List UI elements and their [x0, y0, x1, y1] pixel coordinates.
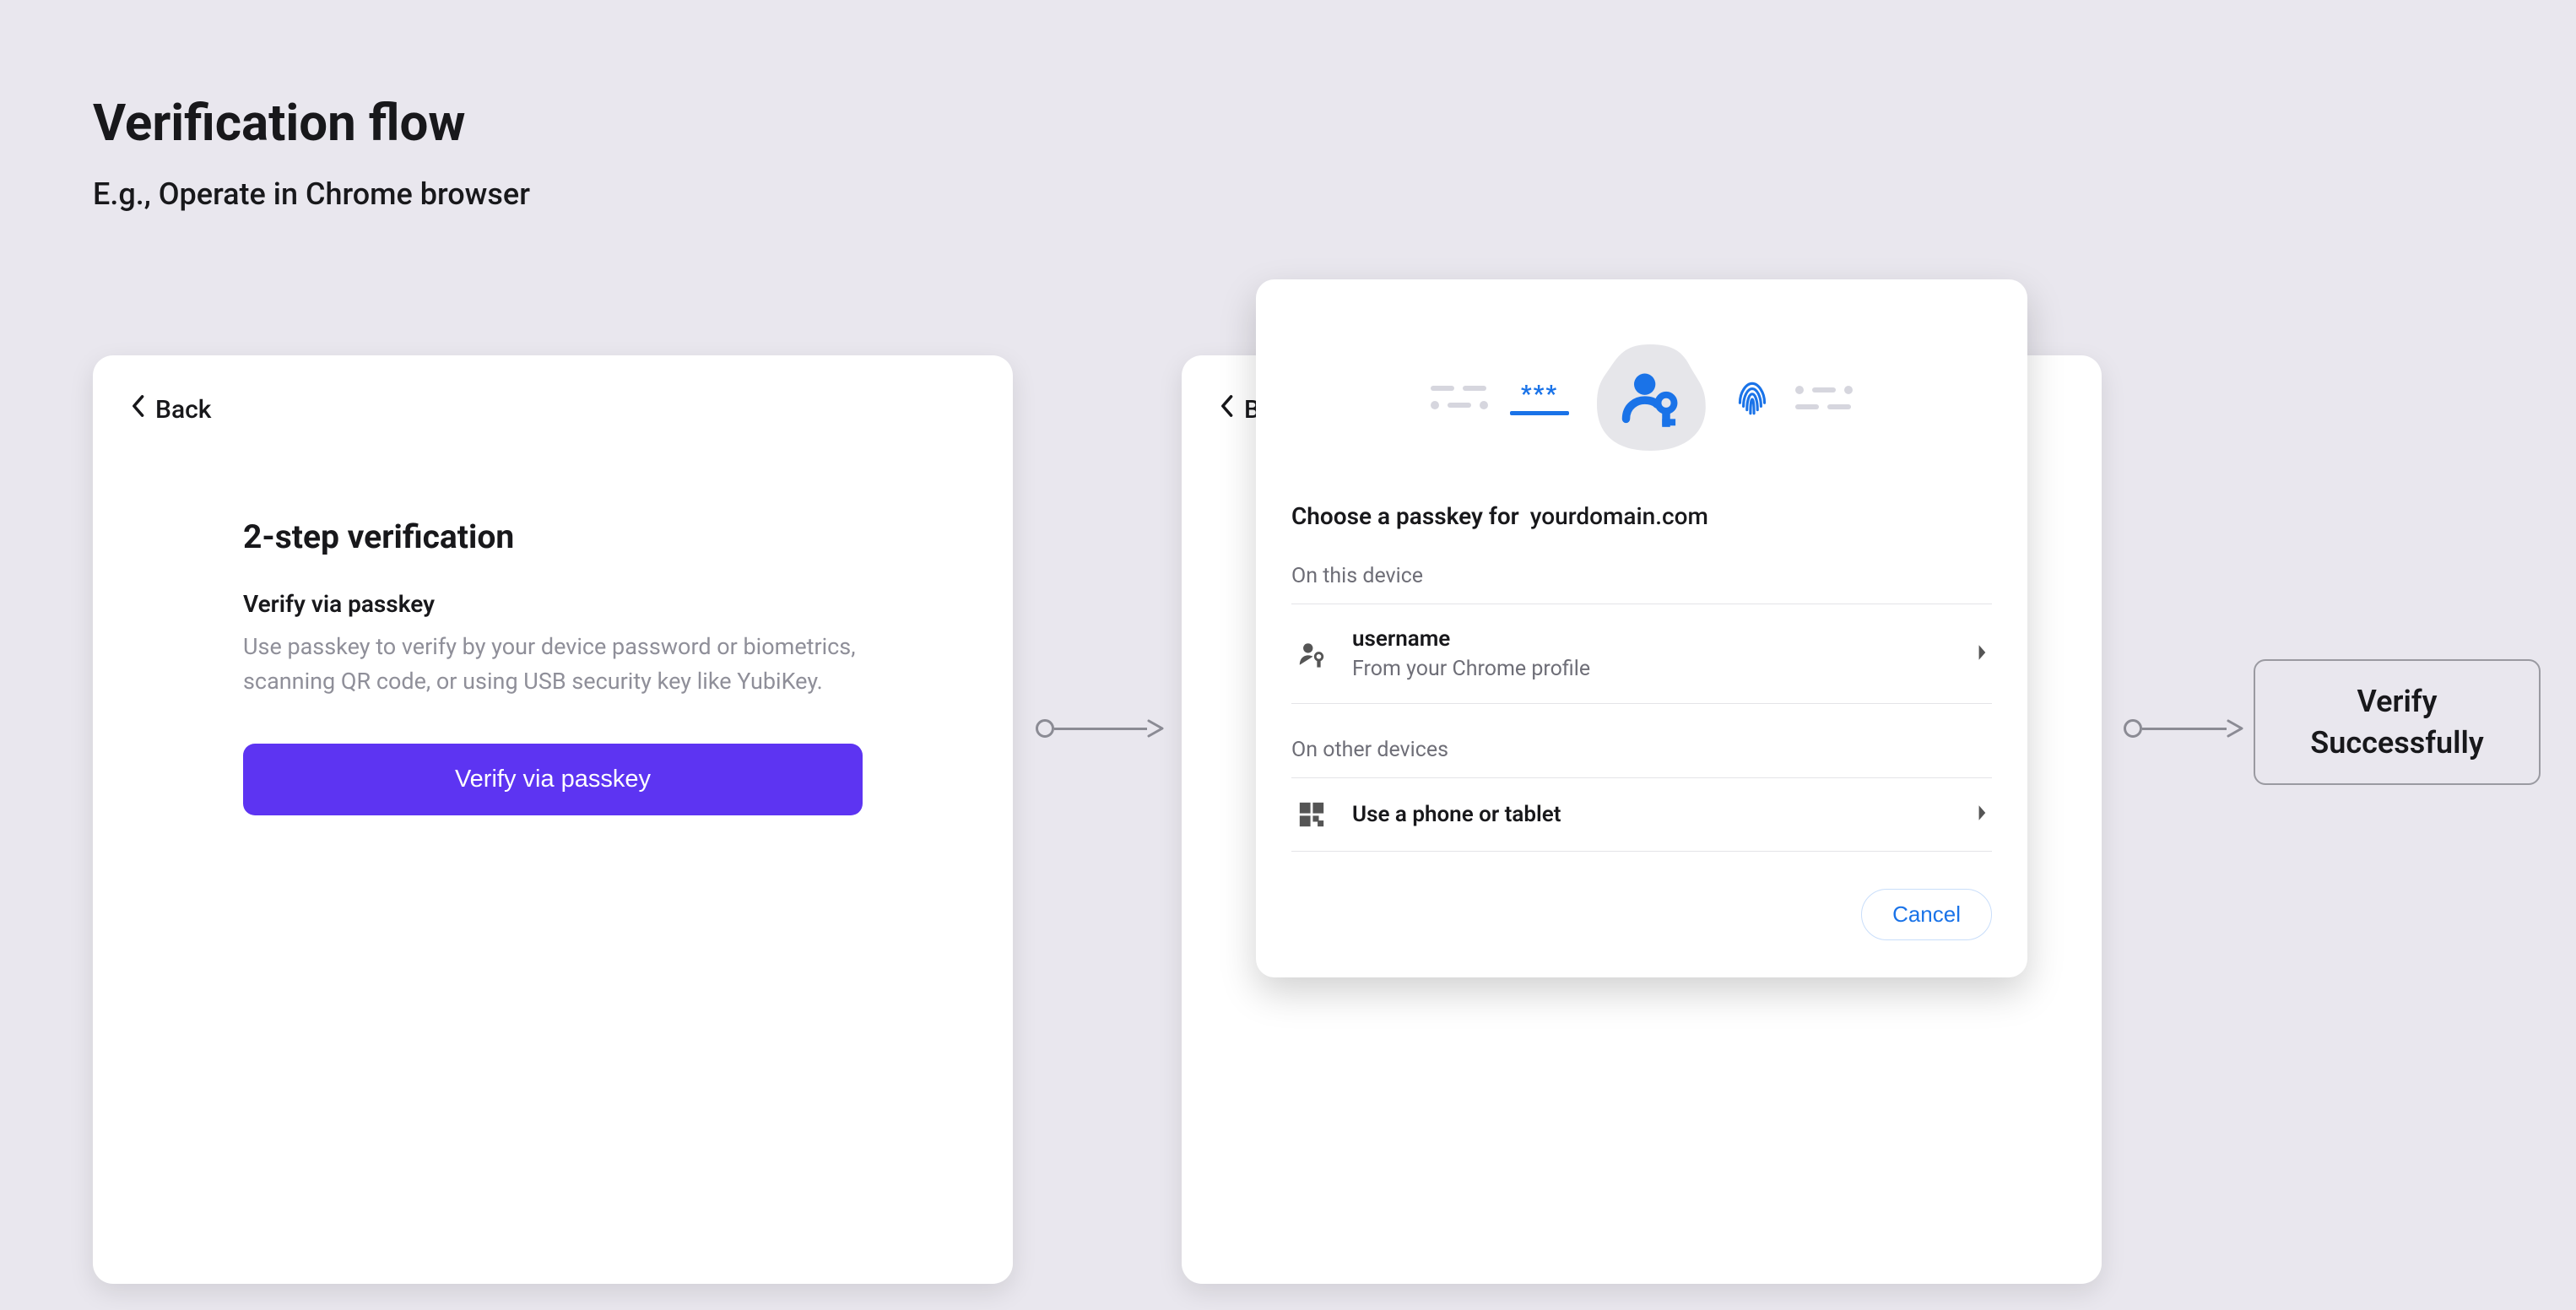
cancel-button[interactable]: Cancel	[1861, 889, 1992, 940]
section-other-devices: On other devices	[1291, 738, 1992, 762]
arrow-right-icon	[2227, 718, 2245, 739]
option-title: Use a phone or tablet	[1352, 802, 1953, 827]
back-button[interactable]: Back	[130, 394, 211, 425]
passkey-illustration: ***	[1291, 313, 1992, 482]
chevron-left-icon	[130, 394, 145, 425]
qr-code-icon	[1295, 800, 1329, 829]
step2-stack: B *** Choose a passkey for yourdomain	[1182, 355, 2102, 1284]
verify-via-passkey-button[interactable]: Verify via passkey	[243, 744, 863, 815]
step1-heading: 2-step verification	[243, 517, 863, 556]
passkey-chooser-modal: *** Choose a passkey for yourdomain.com …	[1256, 279, 2027, 977]
section-this-device: On this device	[1291, 564, 1992, 588]
step1-description: Use passkey to verify by your device pas…	[243, 630, 863, 698]
flow-connector-2	[2124, 718, 2245, 739]
result-box: Verify Successfully	[2254, 659, 2541, 785]
password-stars-icon: ***	[1510, 380, 1569, 415]
person-key-small-icon	[1295, 640, 1329, 669]
passkey-option-phone[interactable]: Use a phone or tablet	[1291, 778, 1992, 852]
option-subtitle: From your Chrome profile	[1352, 657, 1953, 681]
back-button-truncated[interactable]: B	[1219, 394, 1260, 425]
option-title: username	[1352, 626, 1953, 652]
arrow-right-icon	[1147, 718, 1166, 739]
step1-card: Back 2-step verification Verify via pass…	[93, 355, 1013, 1284]
fingerprint-icon	[1731, 376, 1773, 419]
page-title: Verification flow	[93, 93, 2483, 153]
result-line2: Successfully	[2264, 723, 2530, 764]
back-label: Back	[155, 395, 211, 425]
page-subtitle: E.g., Operate in Chrome browser	[93, 176, 2483, 212]
modal-domain: yourdomain.com	[1530, 502, 1708, 530]
step1-subheading: Verify via passkey	[243, 590, 863, 618]
chevron-right-icon	[1977, 643, 1989, 665]
chevron-left-icon	[1219, 394, 1234, 425]
person-key-icon	[1591, 338, 1709, 457]
modal-title: Choose a passkey for yourdomain.com	[1291, 502, 1992, 530]
flow-diagram: Back 2-step verification Verify via pass…	[93, 271, 2483, 1216]
flow-connector-1	[1036, 718, 1166, 739]
result-line1: Verify	[2264, 681, 2530, 723]
passkey-option-profile[interactable]: username From your Chrome profile	[1291, 604, 1992, 704]
chevron-right-icon	[1977, 804, 1989, 826]
